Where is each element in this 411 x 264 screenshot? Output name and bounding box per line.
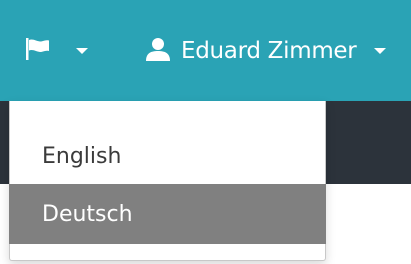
language-option-deutsch[interactable]: Deutsch	[9, 184, 326, 244]
language-dropdown-toggle[interactable]	[26, 0, 108, 101]
chevron-down-icon	[76, 47, 88, 54]
language-option-label: Deutsch	[42, 201, 133, 227]
language-option-english[interactable]: English	[10, 126, 325, 186]
top-navbar: Eduard Zimmer	[0, 0, 411, 101]
user-icon	[146, 37, 170, 65]
flag-icon	[26, 37, 50, 64]
user-dropdown-toggle[interactable]: Eduard Zimmer	[146, 0, 411, 101]
language-option-label: English	[42, 143, 122, 169]
chevron-down-icon	[374, 47, 387, 54]
user-name: Eduard Zimmer	[181, 37, 357, 64]
